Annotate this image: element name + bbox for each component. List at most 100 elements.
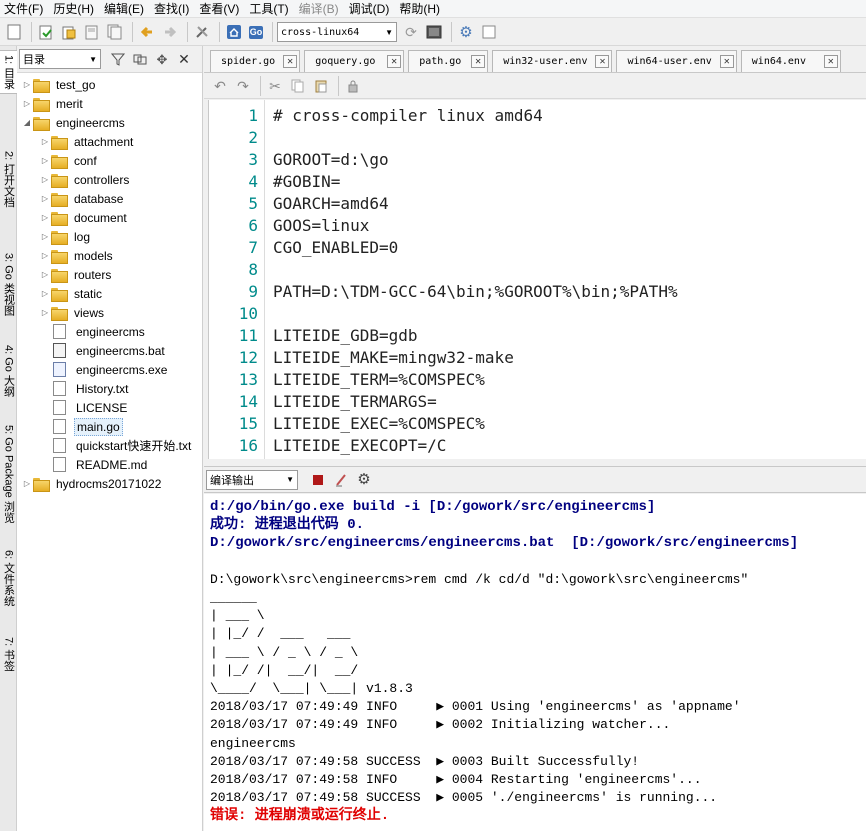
- build-output[interactable]: d:/go/bin/go.exe build -i [D:/gowork/src…: [204, 494, 866, 831]
- tree-item[interactable]: ▷attachment: [39, 132, 135, 151]
- code-line: # cross-compiler linux amd64: [273, 105, 543, 127]
- tree-item[interactable]: ▷hydrocms20171022: [21, 474, 163, 493]
- move-icon[interactable]: ✥: [153, 49, 171, 69]
- environment-select[interactable]: cross-linux64 ▼: [277, 22, 397, 42]
- tree-item[interactable]: README.md: [39, 455, 149, 474]
- lock-icon[interactable]: [343, 76, 363, 96]
- env-edit-icon[interactable]: [424, 22, 444, 42]
- collapsed-arrow-icon[interactable]: ▷: [21, 80, 33, 89]
- close-tab-icon[interactable]: ✕: [283, 55, 297, 68]
- tree-item[interactable]: ▷merit: [21, 94, 85, 113]
- checkbox-icon[interactable]: [479, 22, 499, 42]
- close-tab-icon[interactable]: ✕: [387, 55, 401, 68]
- output-panel-header: 编译输出 ▼ ⚙: [204, 466, 866, 493]
- collapsed-arrow-icon[interactable]: ▷: [39, 194, 51, 203]
- menu-item[interactable]: 查看(V): [195, 0, 245, 18]
- side-tab[interactable]: 4: Go 大纲: [0, 336, 17, 406]
- side-tab[interactable]: 7: 书签: [0, 626, 17, 682]
- editor-tab[interactable]: spider.go✕: [210, 50, 300, 72]
- collapsed-arrow-icon[interactable]: ▷: [39, 308, 51, 317]
- split-view-icon[interactable]: [131, 49, 149, 69]
- editor-tab[interactable]: path.go✕: [408, 50, 488, 72]
- refresh-icon[interactable]: ⟳: [401, 22, 421, 42]
- cut-icon[interactable]: ✂: [265, 76, 285, 96]
- close-tab-icon[interactable]: ✕: [720, 55, 734, 68]
- back-arrow-icon[interactable]: [137, 22, 157, 42]
- collapsed-arrow-icon[interactable]: ▷: [39, 137, 51, 146]
- open-folder-icon[interactable]: [59, 22, 79, 42]
- undo-icon[interactable]: ↶: [210, 76, 230, 96]
- collapsed-arrow-icon[interactable]: ▷: [39, 270, 51, 279]
- tree-item[interactable]: ▷document: [39, 208, 129, 227]
- tree-item[interactable]: ▷static: [39, 284, 104, 303]
- tree-item[interactable]: ▷log: [39, 227, 92, 246]
- save-all-icon[interactable]: [105, 22, 125, 42]
- menu-item[interactable]: 编辑(E): [100, 0, 150, 18]
- tree-item[interactable]: ▷controllers: [39, 170, 131, 189]
- folder-icon: [33, 117, 48, 129]
- collapsed-arrow-icon[interactable]: ▷: [39, 175, 51, 184]
- menu-item[interactable]: 调试(D): [345, 0, 396, 18]
- editor-tab[interactable]: win64.env✕: [741, 50, 841, 72]
- go-icon[interactable]: Go: [247, 22, 265, 42]
- side-tab[interactable]: 6: 文件系统: [0, 540, 17, 616]
- editor-tab[interactable]: win32-user.env✕: [492, 50, 612, 72]
- home-icon[interactable]: [224, 22, 244, 42]
- side-tab[interactable]: 1: 目录: [0, 50, 17, 94]
- menu-item[interactable]: 工具(T): [245, 0, 294, 18]
- editor-tab-label: goquery.go: [315, 56, 379, 67]
- menu-item[interactable]: 编译(B): [295, 0, 345, 18]
- clear-output-icon[interactable]: [331, 470, 351, 490]
- tree-item[interactable]: ▷models: [39, 246, 115, 265]
- close-tab-icon[interactable]: ✕: [595, 55, 609, 68]
- collapsed-arrow-icon[interactable]: ▷: [39, 251, 51, 260]
- new-file-icon[interactable]: [4, 22, 24, 42]
- expanded-arrow-icon[interactable]: ◢: [21, 118, 33, 127]
- output-select[interactable]: 编译输出 ▼: [206, 470, 298, 490]
- menu-item[interactable]: 查找(I): [150, 0, 195, 18]
- tree-item[interactable]: quickstart快速开始.txt: [39, 436, 193, 455]
- redo-icon[interactable]: ↷: [233, 76, 253, 96]
- side-tab[interactable]: 5: Go Package 浏览: [0, 416, 17, 531]
- paste-icon[interactable]: [311, 76, 331, 96]
- tree-item[interactable]: ▷views: [39, 303, 106, 322]
- close-tab-icon[interactable]: ✕: [824, 55, 838, 68]
- tree-item[interactable]: engineercms.exe: [39, 360, 169, 379]
- collapsed-arrow-icon[interactable]: ▷: [21, 99, 33, 108]
- tree-item[interactable]: ▷conf: [39, 151, 99, 170]
- editor-tab[interactable]: goquery.go ✕: [304, 50, 404, 72]
- menu-item[interactable]: 文件(F): [0, 0, 49, 18]
- forward-arrow-icon[interactable]: [160, 22, 180, 42]
- output-settings-gear-icon[interactable]: ⚙: [354, 470, 374, 490]
- tree-item[interactable]: ▷database: [39, 189, 125, 208]
- side-tab[interactable]: 2: 打开文档: [0, 124, 17, 234]
- copy-icon[interactable]: [288, 76, 308, 96]
- tree-item[interactable]: ▷test_go: [21, 75, 97, 94]
- tree-item[interactable]: engineercms.bat: [39, 341, 167, 360]
- code-editor[interactable]: 12345678910111213141516 # cross-compiler…: [208, 100, 866, 459]
- collapsed-arrow-icon[interactable]: ▷: [21, 479, 33, 488]
- tree-item[interactable]: History.txt: [39, 379, 130, 398]
- filter-icon[interactable]: [109, 49, 127, 69]
- tree-item[interactable]: ◢engineercms: [21, 113, 127, 132]
- side-tab[interactable]: 3: Go 类视图: [0, 244, 17, 324]
- open-file-icon[interactable]: [36, 22, 56, 42]
- panel-view-select[interactable]: 目录 ▼: [19, 49, 101, 69]
- close-icon[interactable]: ✕: [175, 49, 193, 69]
- save-icon[interactable]: [82, 22, 102, 42]
- close-tab-icon[interactable]: ✕: [471, 55, 485, 68]
- stop-icon[interactable]: [308, 470, 328, 490]
- collapsed-arrow-icon[interactable]: ▷: [39, 232, 51, 241]
- settings-gear-icon[interactable]: ⚙: [456, 22, 476, 42]
- tree-item[interactable]: main.go: [39, 417, 123, 436]
- tree-item[interactable]: engineercms: [39, 322, 147, 341]
- tools-icon[interactable]: [192, 22, 212, 42]
- tree-item[interactable]: ▷routers: [39, 265, 113, 284]
- menu-item[interactable]: 历史(H): [49, 0, 100, 18]
- collapsed-arrow-icon[interactable]: ▷: [39, 213, 51, 222]
- collapsed-arrow-icon[interactable]: ▷: [39, 156, 51, 165]
- collapsed-arrow-icon[interactable]: ▷: [39, 289, 51, 298]
- tree-item[interactable]: LICENSE: [39, 398, 129, 417]
- menu-item[interactable]: 帮助(H): [395, 0, 446, 18]
- editor-tab[interactable]: win64-user.env✕: [616, 50, 736, 72]
